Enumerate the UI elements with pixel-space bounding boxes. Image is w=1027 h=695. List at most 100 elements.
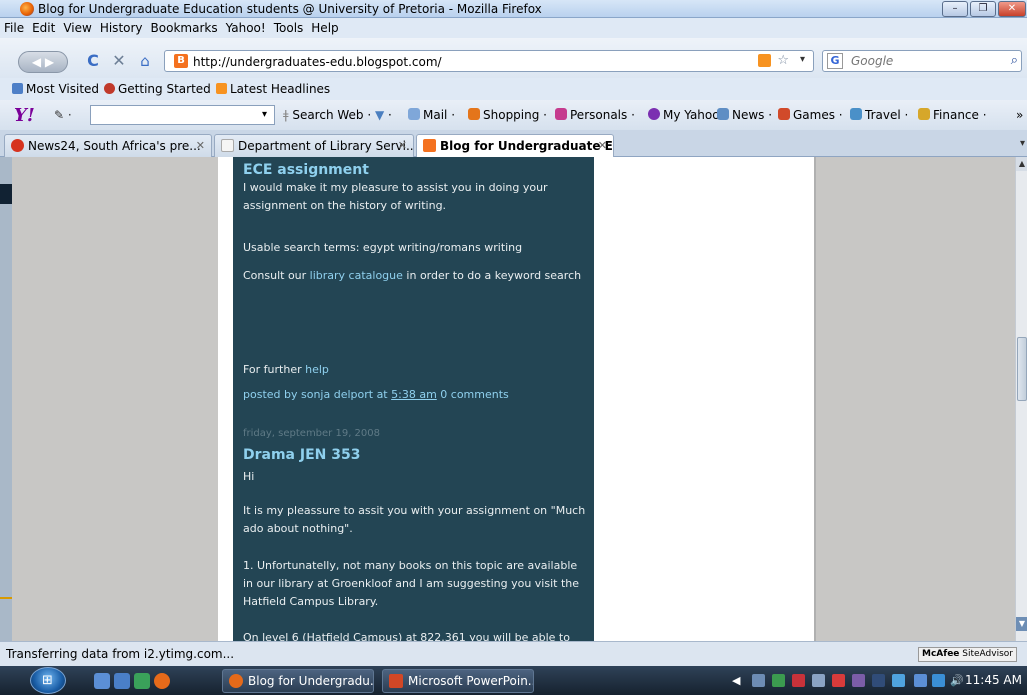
tray-mcafee-icon[interactable] [792, 674, 805, 687]
menu-edit[interactable]: Edit [28, 18, 59, 35]
navigation-toolbar: ◀ ▶ C ✕ ⌂ B http://undergraduates-edu.bl… [0, 38, 1027, 78]
pencil-icon[interactable]: ✎ · [54, 108, 72, 122]
yahoo-games-button[interactable]: Games · [778, 108, 843, 122]
tray-network-status-icon[interactable] [932, 674, 945, 687]
search-input[interactable] [851, 53, 1001, 69]
yahoo-mail-button[interactable]: Mail · [408, 108, 455, 122]
yahoo-logo[interactable]: Y! [14, 105, 35, 126]
menu-history[interactable]: History [96, 18, 147, 35]
windows-taskbar: ⊞ Blog for Undergradu... Microsoft Power… [0, 666, 1027, 695]
post-paragraph: It is my pleassure to assit you with you… [243, 504, 586, 535]
menu-bar: File Edit View History Bookmarks Yahoo! Tools H… [0, 18, 1027, 38]
blog-post: ECE assignment I would make it my pleasu… [243, 161, 588, 215]
library-catalogue-link[interactable]: library catalogue [310, 269, 403, 282]
tray-device-icon[interactable] [872, 674, 885, 687]
yahoo-search-web-button[interactable]: ǂ Search Web · ▼ · [283, 108, 392, 122]
post-paragraph: 1. Unfortunatelly, not many books on thi… [243, 559, 580, 608]
menu-bookmarks[interactable]: Bookmarks [147, 18, 222, 35]
scroll-thumb[interactable] [1017, 337, 1027, 401]
mcafee-siteadvisor-button[interactable]: McAfee SiteAdvisor [918, 647, 1017, 662]
yahoo-finance-button[interactable]: Finance · [918, 108, 987, 122]
status-bar: Transferring data from i2.ytimg.com... M… [0, 641, 1027, 666]
search-icon[interactable]: ⌕ [1011, 53, 1018, 68]
yahoo-shopping-button[interactable]: Shopping · [468, 108, 547, 122]
rss-feed-icon[interactable] [758, 54, 771, 67]
tab-list-dropdown-icon[interactable]: ▾ [1020, 138, 1025, 149]
tray-connection-icon[interactable] [812, 674, 825, 687]
tray-app-icon[interactable] [852, 674, 865, 687]
post-title[interactable]: Drama JEN 353 [243, 446, 588, 464]
tray-network-icon[interactable] [752, 674, 765, 687]
tray-volume-icon[interactable]: 🔊 [950, 674, 964, 687]
reload-icon[interactable]: C [84, 51, 102, 73]
url-dropdown-icon[interactable]: ▾ [800, 54, 805, 65]
menu-tools[interactable]: Tools [270, 18, 308, 35]
help-link[interactable]: help [305, 363, 329, 376]
window-title: Blog for Undergraduate Education student… [38, 2, 542, 16]
tab-close-icon[interactable]: ✕ [398, 139, 407, 152]
taskbar-firefox-button[interactable]: Blog for Undergradu... [222, 669, 374, 693]
yahoo-search-input[interactable] [90, 105, 275, 125]
blogger-favicon-icon: B [174, 54, 188, 68]
menu-help[interactable]: Help [307, 18, 342, 35]
bookmark-star-icon[interactable]: ☆ [777, 53, 789, 68]
bookmark-most-visited[interactable]: Most Visited [12, 82, 99, 96]
quicklaunch-excel-icon[interactable] [134, 673, 150, 689]
taskbar-powerpoint-button[interactable]: Microsoft PowerPoin... [382, 669, 534, 693]
tray-expand-icon[interactable]: ◀ [732, 674, 745, 687]
scroll-down-icon[interactable]: ▼ [1016, 617, 1027, 631]
close-button[interactable]: ✕ [998, 1, 1026, 17]
google-engine-icon[interactable]: G [827, 53, 843, 69]
tab-close-icon[interactable]: ✕ [196, 139, 205, 152]
shopping-icon [468, 108, 480, 120]
firefox-icon [20, 2, 34, 16]
windows-logo-icon: ⊞ [42, 673, 53, 688]
post-time-link[interactable]: 5:38 am [391, 388, 437, 401]
maximize-button[interactable]: ❐ [970, 1, 996, 17]
quicklaunch-firefox-icon[interactable] [154, 673, 170, 689]
personals-icon [555, 108, 567, 120]
firefox-icon [229, 674, 243, 688]
url-text[interactable]: http://undergraduates-edu.blogspot.com/ [193, 55, 442, 69]
bookmark-latest-headlines[interactable]: Latest Headlines [216, 82, 330, 96]
scroll-up-icon[interactable]: ▲ [1016, 157, 1027, 171]
yahoo-search-dropdown-icon[interactable]: ▾ [262, 109, 267, 120]
vertical-scrollbar[interactable]: ▲ ▼ [1015, 157, 1027, 641]
menu-view[interactable]: View [59, 18, 95, 35]
tab-blog-undergraduate[interactable]: Blog for Undergraduate E... ✕ [416, 134, 614, 158]
taskbar-clock[interactable]: 11:45 AM [965, 673, 1022, 687]
yahoo-personals-button[interactable]: Personals · [555, 108, 635, 122]
home-icon[interactable]: ⌂ [136, 51, 154, 73]
minimize-button[interactable]: – [942, 1, 968, 17]
toolbar-overflow-icon[interactable]: » [1016, 108, 1023, 122]
start-button[interactable]: ⊞ [30, 667, 66, 694]
stop-icon[interactable]: ✕ [110, 51, 128, 73]
yahoo-travel-button[interactable]: Travel · [850, 108, 908, 122]
powerpoint-icon [389, 674, 403, 688]
tab-library-services[interactable]: Department of Library Servi... ✕ [214, 134, 414, 157]
search-box[interactable]: G ⌕ [822, 50, 1022, 72]
tray-alert-icon[interactable] [832, 674, 845, 687]
mail-icon [408, 108, 420, 120]
tab-bar: News24, South Africa's pre... ✕ Departme… [0, 130, 1027, 158]
tab-close-icon[interactable]: ✕ [598, 139, 607, 152]
quicklaunch-word-icon[interactable] [114, 673, 130, 689]
menu-file[interactable]: File [0, 18, 28, 35]
back-forward-button[interactable]: ◀ ▶ [18, 51, 68, 73]
tray-security-icon[interactable] [772, 674, 785, 687]
comments-link[interactable]: 0 comments [440, 388, 509, 401]
quicklaunch-explorer-icon[interactable] [94, 673, 110, 689]
tab-news24[interactable]: News24, South Africa's pre... ✕ [4, 134, 212, 157]
post-title[interactable]: ECE assignment [243, 161, 588, 179]
post-column: ECE assignment I would make it my pleasu… [233, 157, 594, 641]
address-bar[interactable]: B http://undergraduates-edu.blogspot.com… [164, 50, 814, 72]
post-paragraph: Consult our library catalogue in order t… [243, 269, 582, 282]
post-date: friday, september 19, 2008 [243, 428, 381, 439]
yahoo-my-yahoo-button[interactable]: My Yahoo! [648, 108, 724, 122]
menu-yahoo[interactable]: Yahoo! [222, 18, 270, 35]
tray-display-icon[interactable] [892, 674, 905, 687]
yahoo-news-button[interactable]: News · [717, 108, 772, 122]
tray-phone-icon[interactable] [914, 674, 927, 687]
bookmark-getting-started[interactable]: Getting Started [104, 82, 211, 96]
page-viewport: ECE assignment I would make it my pleasu… [0, 157, 1027, 641]
